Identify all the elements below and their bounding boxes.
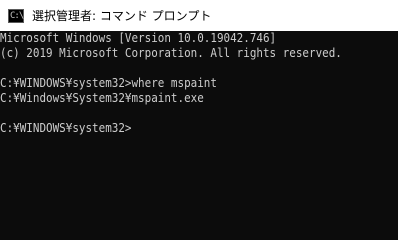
- console-line: C:¥WINDOWS¥system32>where mspaint: [0, 76, 217, 90]
- console-line: C:¥Windows¥System32¥mspaint.exe: [0, 91, 204, 105]
- console-line: Microsoft Windows [Version 10.0.19042.74…: [0, 31, 277, 45]
- title-bar[interactable]: C:\ 選択管理者: コマンド プロンプト: [0, 0, 398, 31]
- cmd-icon-glyph: C:\: [10, 10, 24, 21]
- console-lines: Microsoft Windows [Version 10.0.19042.74…: [0, 31, 398, 136]
- cmd-window: C:\ 選択管理者: コマンド プロンプト Microsoft Windows …: [0, 0, 398, 240]
- window-title: 選択管理者: コマンド プロンプト: [32, 9, 212, 23]
- console-output-area[interactable]: Microsoft Windows [Version 10.0.19042.74…: [0, 31, 398, 240]
- cmd-icon[interactable]: C:\: [8, 8, 24, 23]
- console-line: (c) 2019 Microsoft Corporation. All righ…: [0, 46, 342, 60]
- console-prompt[interactable]: C:¥WINDOWS¥system32>: [0, 121, 362, 136]
